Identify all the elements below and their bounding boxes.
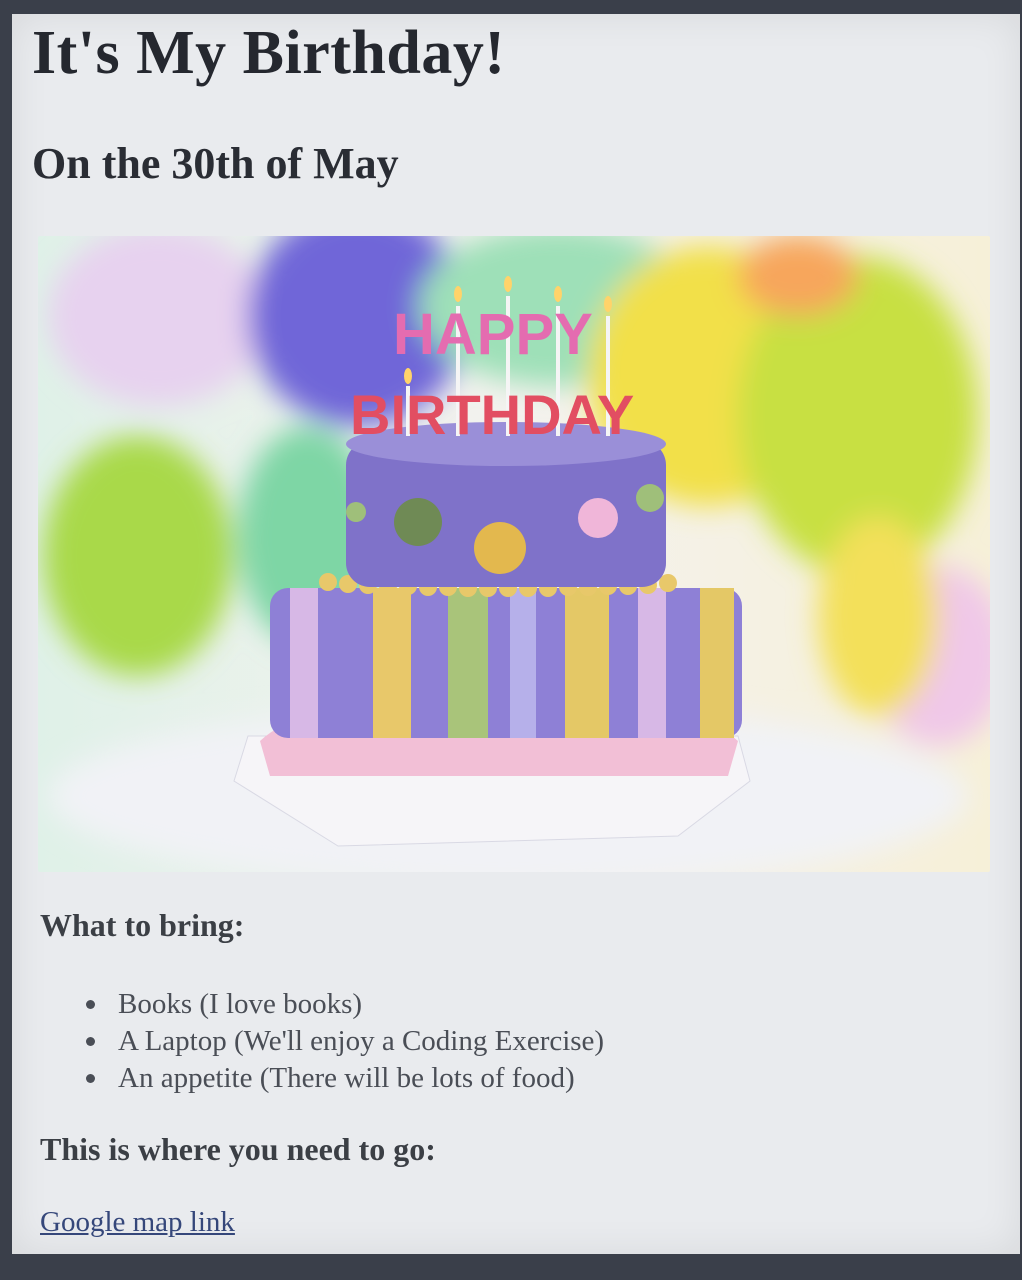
bring-heading: What to bring: xyxy=(40,907,245,943)
cake-lettering-happy: HAPPY xyxy=(393,302,593,367)
birthday-cake-image: HAPPY BIRTHDAY xyxy=(38,236,990,872)
directions-heading: This is where you need to go: xyxy=(40,1131,436,1167)
bullet-icon xyxy=(86,1000,95,1009)
list-item: A Laptop (We'll enjoy a Coding Exercise) xyxy=(86,1023,604,1060)
list-item-text: Books (I love books) xyxy=(118,988,363,1020)
bring-list: Books (I love books) A Laptop (We'll enj… xyxy=(86,986,604,1097)
list-item-text: An appetite (There will be lots of food) xyxy=(118,1062,575,1094)
list-item-text: A Laptop (We'll enjoy a Coding Exercise) xyxy=(118,1025,605,1057)
birthday-cake-illustration: HAPPY BIRTHDAY xyxy=(38,236,990,872)
bullet-icon xyxy=(86,1074,95,1083)
cake-lettering-birthday: BIRTHDAY xyxy=(350,383,634,446)
google-map-link[interactable]: Google map link xyxy=(40,1206,235,1239)
bullet-icon xyxy=(86,1037,95,1046)
list-item: An appetite (There will be lots of food) xyxy=(86,1060,604,1097)
page-subtitle: On the 30th of May xyxy=(32,139,399,188)
list-item: Books (I love books) xyxy=(86,986,604,1023)
page-title: It's My Birthday! xyxy=(32,19,506,87)
browser-viewport: It's My Birthday! On the 30th of May HAP… xyxy=(12,14,1020,1254)
